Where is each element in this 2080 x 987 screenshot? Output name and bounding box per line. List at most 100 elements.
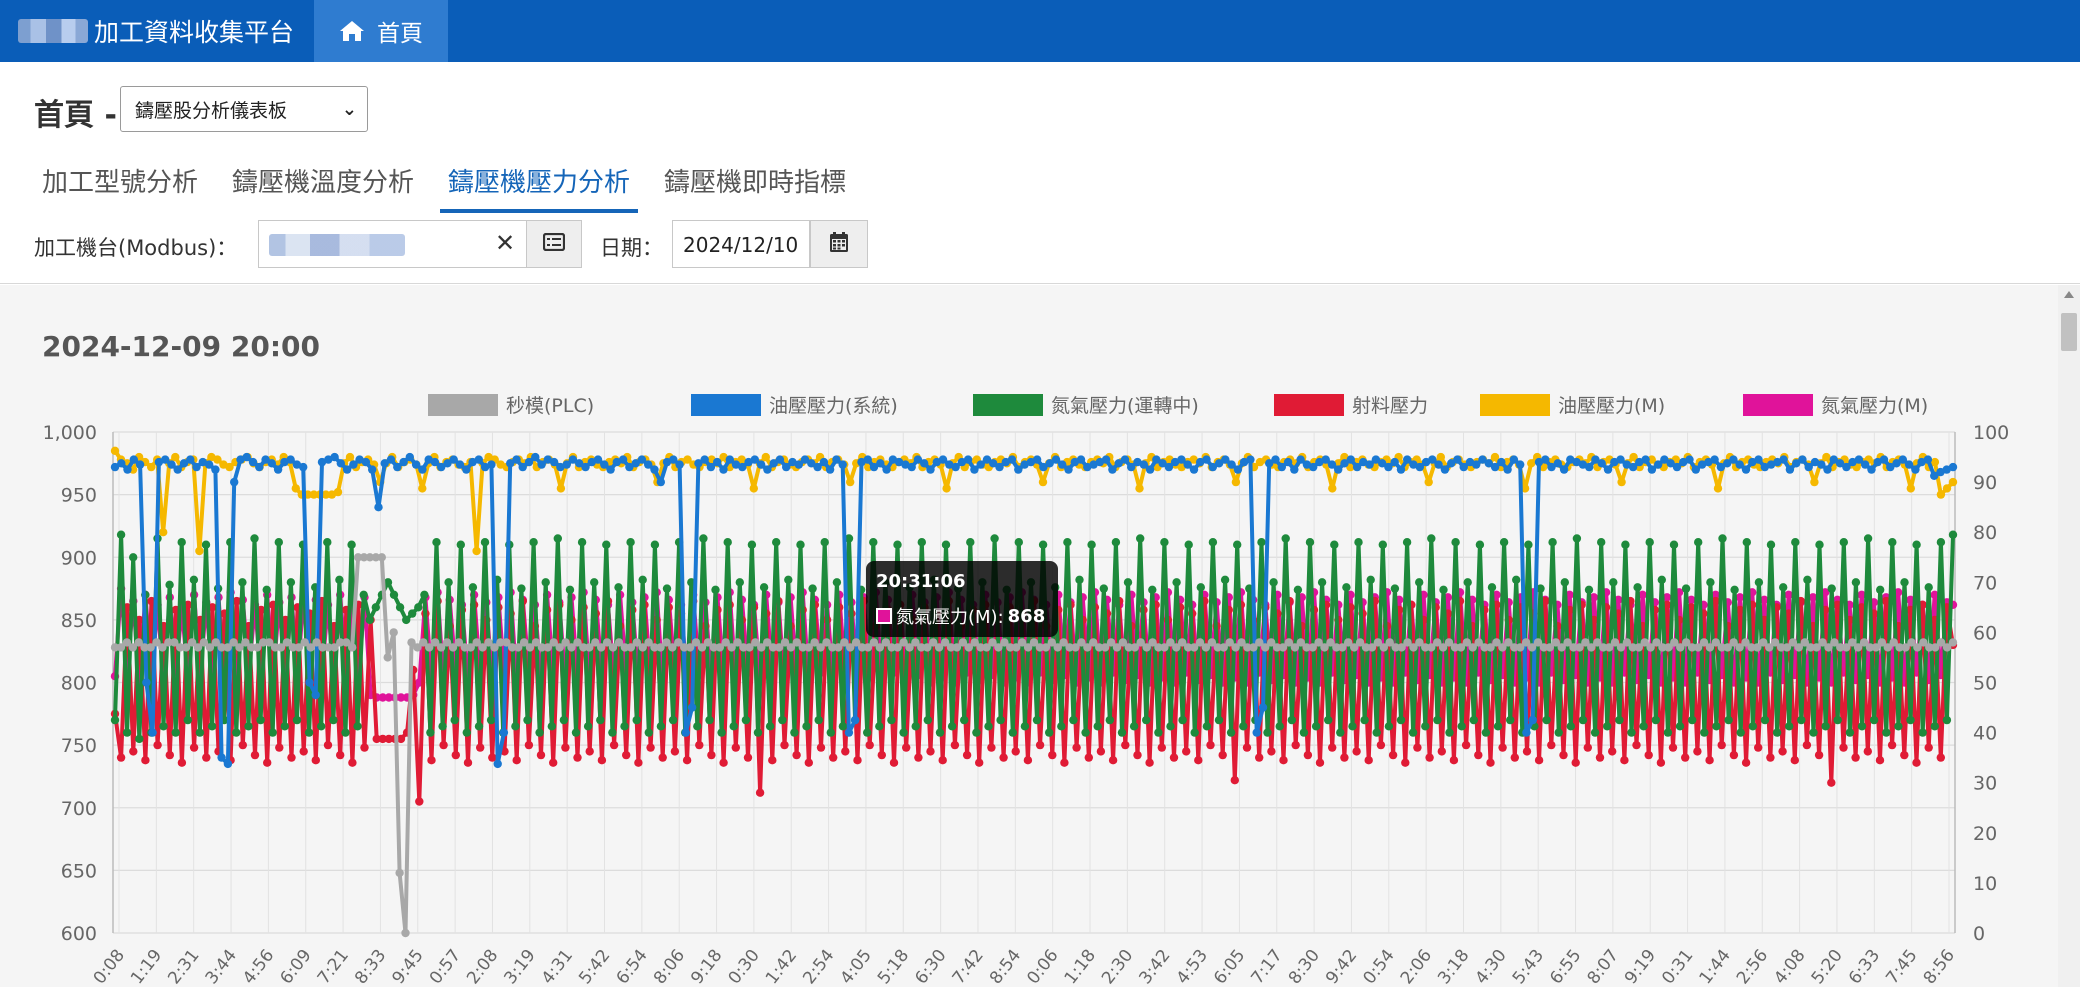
x-tick: 0:30 xyxy=(725,946,764,987)
calendar-button[interactable] xyxy=(810,220,868,268)
data-point xyxy=(1242,743,1252,752)
brand-title: 加工資料收集平台 xyxy=(94,18,295,47)
data-point xyxy=(1360,715,1369,725)
y-right-tick: 50 xyxy=(1973,673,1997,695)
y-left-tick: 950 xyxy=(61,485,97,507)
data-point xyxy=(462,465,471,474)
data-point xyxy=(129,553,138,562)
data-point xyxy=(141,756,150,765)
data-point xyxy=(996,715,1005,725)
scrollbar[interactable] xyxy=(2058,285,2080,987)
data-point xyxy=(1348,722,1357,731)
data-point xyxy=(914,753,923,762)
data-point xyxy=(1681,753,1690,762)
data-point xyxy=(1011,747,1020,756)
data-point xyxy=(1930,722,1940,731)
data-point xyxy=(1032,455,1042,464)
data-point xyxy=(907,462,916,472)
data-point xyxy=(559,715,569,725)
data-point xyxy=(1096,747,1106,756)
data-point xyxy=(1440,465,1450,474)
data-point xyxy=(536,750,546,760)
data-point xyxy=(632,715,641,725)
data-point xyxy=(1220,575,1230,584)
data-point xyxy=(561,743,570,752)
data-point xyxy=(626,538,635,547)
data-point xyxy=(735,578,744,587)
data-point xyxy=(1267,747,1276,756)
scroll-up-arrow[interactable] xyxy=(2064,291,2074,298)
nav-home-link[interactable]: 首頁 xyxy=(314,0,448,62)
data-point xyxy=(262,585,271,594)
data-point xyxy=(1457,722,1466,731)
pressure-line-chart[interactable]: 秒模(PLC) 油壓壓力(系統) 氮氣壓力(運轉中) 射料壓力 油壓壓力(M) 氮氣壓力(… xyxy=(0,380,2050,987)
data-point xyxy=(1528,715,1537,725)
data-point xyxy=(1057,722,1066,731)
data-point xyxy=(549,758,558,767)
data-point xyxy=(117,459,126,468)
data-point xyxy=(348,758,357,767)
data-point xyxy=(123,465,132,474)
data-point xyxy=(990,534,999,543)
data-point xyxy=(183,715,192,725)
data-point xyxy=(1487,583,1497,592)
x-tick: 2:31 xyxy=(164,946,203,987)
data-point xyxy=(1133,750,1142,760)
data-point xyxy=(173,465,182,474)
data-point xyxy=(841,747,850,756)
scroll-thumb[interactable] xyxy=(2061,313,2077,351)
data-point xyxy=(935,728,945,737)
data-point xyxy=(1948,530,1958,539)
data-point xyxy=(865,740,874,750)
data-point xyxy=(1214,715,1224,725)
y-right-tick: 100 xyxy=(1973,422,2009,444)
data-point xyxy=(565,585,575,594)
tab-temperature-analysis[interactable]: 鑄壓機溫度分析 xyxy=(224,158,422,213)
data-point xyxy=(1748,722,1758,731)
data-point xyxy=(1608,747,1617,756)
data-point xyxy=(238,740,247,750)
chart-title: 2024-12-09 20:00 xyxy=(42,330,320,363)
machine-input[interactable] xyxy=(258,220,528,268)
tab-realtime-indicators[interactable]: 鑄壓機即時指標 xyxy=(656,158,854,213)
data-point xyxy=(1867,465,1876,474)
x-tick: 5:43 xyxy=(1509,946,1548,987)
data-point xyxy=(110,715,120,725)
machine-list-button[interactable] xyxy=(526,220,582,268)
data-point xyxy=(1657,575,1667,584)
data-point xyxy=(1063,538,1072,547)
data-point xyxy=(517,584,526,593)
data-point xyxy=(1863,534,1873,543)
close-icon[interactable]: ✕ xyxy=(490,228,520,258)
date-input[interactable]: 2024/12/10 xyxy=(672,220,810,268)
legend-label: 氮氣壓力(運轉中) xyxy=(1051,395,1199,417)
brand[interactable]: 加工資料收集平台 xyxy=(18,0,294,62)
data-point xyxy=(1833,715,1842,725)
data-point xyxy=(1449,756,1459,765)
data-point xyxy=(1427,534,1436,543)
data-point xyxy=(765,722,775,731)
data-point xyxy=(713,457,722,467)
tab-model-analysis[interactable]: 加工型號分析 xyxy=(34,158,206,213)
data-point xyxy=(116,530,126,539)
data-point xyxy=(1415,578,1424,587)
data-point xyxy=(323,740,333,750)
data-point xyxy=(1512,575,1521,584)
data-point xyxy=(1111,538,1121,547)
data-point xyxy=(1437,747,1447,756)
data-point xyxy=(622,750,631,760)
data-point xyxy=(389,590,399,599)
x-tick: 4:05 xyxy=(837,946,876,987)
data-point xyxy=(1372,728,1381,737)
data-point xyxy=(250,534,259,543)
data-point xyxy=(341,728,350,737)
tab-pressure-analysis[interactable]: 鑄壓機壓力分析 xyxy=(440,158,639,213)
data-point xyxy=(941,540,951,549)
data-point xyxy=(147,462,156,472)
x-tick: 2:56 xyxy=(1733,946,1772,987)
data-point xyxy=(159,528,168,537)
dashboard-select[interactable]: 鑄壓股分析儀表板 ⌄ xyxy=(120,86,368,132)
data-point xyxy=(304,728,314,737)
data-point xyxy=(1072,743,1081,752)
data-point xyxy=(456,540,465,549)
